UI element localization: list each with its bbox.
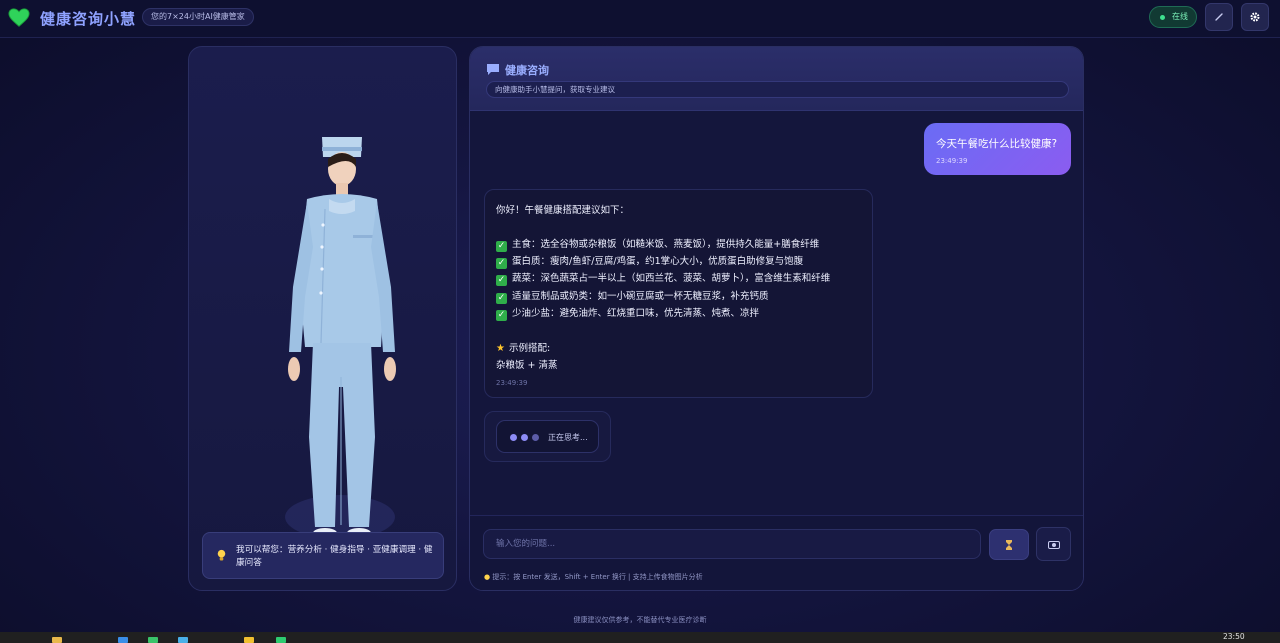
vscode-icon[interactable] (118, 637, 128, 643)
chat-panel: 健康咨询 向健康助手小慧提问，获取专业建议 今天午餐吃什么比较健康? 23:49… (469, 46, 1084, 591)
list-item: ✓ 适量豆制品或奶类：如一小碗豆腐或一杯无糖豆浆，补充钙质 (496, 291, 769, 304)
chat-header: 健康咨询 向健康助手小慧提问，获取专业建议 (470, 47, 1083, 111)
app-icon[interactable] (244, 637, 254, 643)
app-title: 健康咨询小慧 (40, 10, 137, 28)
status-label: 在线 (1172, 12, 1188, 21)
chat-input[interactable] (483, 529, 981, 559)
app-icon[interactable] (148, 637, 158, 643)
top-bar: 健康咨询小慧 您的7×24小时AI健康管家 在线 (0, 0, 1280, 38)
list-item: ✓ 主食：选全谷物或杂粮饭（如糙米饭、燕麦饭），提供持久能量+膳食纤维 (496, 239, 820, 252)
input-hint: ● 提示：按 Enter 发送，Shift + Enter 换行 | 支持上传食… (484, 573, 703, 581)
check-icon: ✓ (496, 275, 507, 286)
online-dot-icon (1160, 15, 1165, 20)
check-icon: ✓ (496, 310, 507, 321)
check-icon: ✓ (496, 293, 507, 304)
nurse-avatar (285, 137, 396, 539)
list-item: ✓ 蔬菜：深色蔬菜占一半以上（如西兰花、菠菜、胡萝卜），富含维生素和纤维 (496, 273, 831, 286)
wrench-icon (1215, 13, 1223, 21)
gear-icon (1250, 12, 1260, 22)
user-message-time: 23:49:39 (936, 157, 968, 165)
help-card: 我可以帮您：营养分析 · 健身指导 · 亚健康调理 · 健康问答 (202, 532, 444, 579)
disclaimer: 健康建议仅供参考，不能替代专业医疗诊断 (573, 616, 707, 624)
star-icon: ★ (496, 343, 505, 354)
list-item: ✓ 少油少盐：避免油炸、红烧重口味，优先清蒸、炖煮、凉拌 (496, 308, 760, 321)
browser-icon[interactable] (178, 637, 188, 643)
user-message: 今天午餐吃什么比较健康? 23:49:39 (924, 123, 1071, 175)
thinking-indicator: 正在思考... (484, 411, 611, 462)
heart-logo-icon (8, 8, 30, 27)
bot-message: 你好！午餐健康搭配建议如下： ✓ 主食：选全谷物或杂粮饭（如糙米饭、燕麦饭），提供… (484, 189, 873, 398)
bot-greeting: 你好！午餐健康搭配建议如下： (496, 205, 630, 216)
chat-subtitle: 向健康助手小慧提问，获取专业建议 (486, 81, 1069, 98)
send-button[interactable] (989, 529, 1029, 560)
example-text: 杂粮饭 + 清蒸 (496, 360, 558, 371)
lightbulb-icon: ● (484, 573, 491, 581)
thinking-bubble: 正在思考... (496, 420, 599, 453)
list-item: ✓ 蛋白质：瘦肉/鱼虾/豆腐/鸡蛋，约1掌心大小，优质蛋白助修复与饱腹 (496, 256, 804, 269)
folder-icon[interactable] (52, 637, 62, 643)
chat-bubble-icon (487, 64, 499, 75)
avatar-panel: 我可以帮您：营养分析 · 健身指导 · 亚健康调理 · 健康问答 (188, 46, 457, 591)
help-text: 我可以帮您：营养分析 · 健身指导 · 亚健康调理 · 健康问答 (236, 545, 433, 568)
user-message-text: 今天午餐吃什么比较健康? (936, 138, 1058, 150)
upload-image-button[interactable] (1036, 527, 1071, 561)
taskbar: 23:50 (0, 632, 1280, 643)
check-icon: ✓ (496, 241, 507, 252)
check-icon: ✓ (496, 258, 507, 269)
status-badge: 在线 (1149, 6, 1197, 28)
camera-icon (1047, 540, 1060, 549)
taskbar-clock: 23:50 (1223, 632, 1245, 641)
example-title: ★ 示例搭配: (496, 343, 551, 354)
input-area: ● 提示：按 Enter 发送，Shift + Enter 换行 | 支持上传食… (470, 515, 1083, 590)
typing-dot-icon (510, 434, 517, 441)
typing-dot-icon (521, 434, 528, 441)
typing-dot-icon (532, 434, 539, 441)
lightbulb-icon (217, 549, 226, 561)
app-subtitle: 您的7×24小时AI健康管家 (142, 8, 254, 26)
chat-title: 健康咨询 (505, 64, 549, 77)
app-icon[interactable] (276, 637, 286, 643)
bot-message-time: 23:49:39 (496, 379, 528, 387)
tools-button[interactable] (1205, 3, 1233, 31)
hourglass-icon (1006, 539, 1012, 550)
thinking-text: 正在思考... (548, 433, 588, 442)
settings-button[interactable] (1241, 3, 1269, 31)
